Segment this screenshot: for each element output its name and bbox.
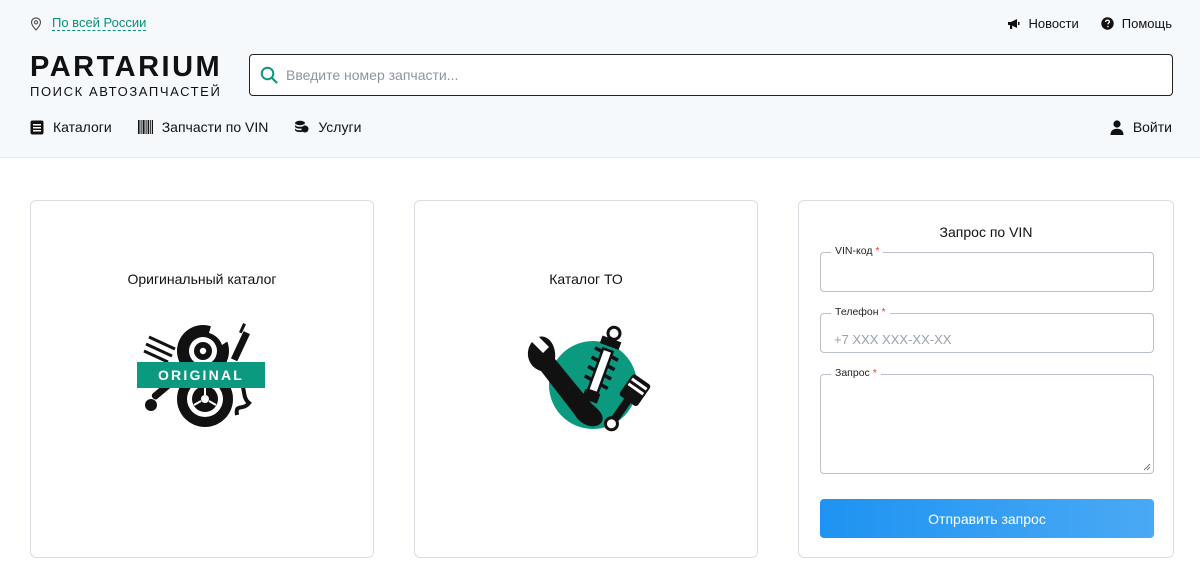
question-circle-icon <box>1101 17 1114 30</box>
original-catalog-card[interactable]: Оригинальный каталог ORIGINAL <box>30 200 374 558</box>
query-textarea[interactable] <box>821 375 1153 473</box>
nav-catalogs[interactable]: Каталоги <box>30 119 112 135</box>
submit-request-button[interactable]: Отправить запрос <box>820 499 1154 538</box>
to-catalog-card[interactable]: Каталог ТО <box>414 200 758 558</box>
region-selector[interactable]: По всей России <box>30 16 147 31</box>
site-logo[interactable]: PARTARIUM ПОИСК АВТОЗАПЧАСТЕЙ <box>30 52 222 99</box>
query-field-label: Запрос * <box>831 367 881 379</box>
original-parts-illustration: ORIGINAL <box>137 323 265 427</box>
news-label: Новости <box>1028 16 1079 31</box>
nav-services[interactable]: Услуги <box>294 119 361 135</box>
location-pin-icon <box>30 16 42 31</box>
coins-icon <box>295 120 309 133</box>
login-label: Войти <box>1132 119 1172 135</box>
original-badge-text: ORIGINAL <box>158 367 244 383</box>
query-field[interactable]: Запрос * <box>820 367 1154 474</box>
vin-request-card: Запрос по VIN VIN-код * Телефон * Запрос… <box>798 200 1174 558</box>
help-label: Помощь <box>1121 16 1172 31</box>
to-catalog-title: Каталог ТО <box>549 271 623 287</box>
top-links: Новости Помощь <box>1007 16 1172 31</box>
nav-services-label: Услуги <box>318 119 362 135</box>
news-link[interactable]: Новости <box>1007 16 1079 31</box>
resize-grip-icon[interactable] <box>1143 463 1151 471</box>
vin-field-label: VIN-код * <box>831 245 884 257</box>
region-link[interactable]: По всей России <box>52 16 147 31</box>
login-link[interactable]: Войти <box>1110 119 1172 135</box>
vin-field[interactable]: VIN-код * <box>820 245 1154 292</box>
vin-form-title: Запрос по VIN <box>939 224 1033 240</box>
user-icon <box>1110 119 1124 135</box>
nav-vin-parts[interactable]: Запчасти по VIN <box>137 119 269 135</box>
search-box[interactable] <box>249 54 1173 96</box>
phone-field[interactable]: Телефон * <box>820 306 1154 353</box>
nav-vin-parts-label: Запчасти по VIN <box>161 119 269 135</box>
logo-wordmark: PARTARIUM <box>30 51 223 83</box>
main-nav: Каталоги Запчасти по VIN Услуги <box>30 119 361 135</box>
maintenance-tools-illustration <box>527 325 651 432</box>
phone-input[interactable] <box>821 314 1153 352</box>
megaphone-icon <box>1008 18 1020 29</box>
search-input[interactable] <box>278 57 1172 93</box>
help-link[interactable]: Помощь <box>1101 16 1172 31</box>
original-catalog-title: Оригинальный каталог <box>127 271 277 287</box>
site-header: По всей России Новости Помощь PARTARIUM … <box>0 0 1200 158</box>
search-icon <box>260 66 278 84</box>
phone-field-label: Телефон * <box>831 306 890 318</box>
nav-catalogs-label: Каталоги <box>53 119 112 135</box>
vin-input[interactable] <box>821 253 1153 291</box>
barcode-icon <box>137 120 153 134</box>
logo-tagline: ПОИСК АВТОЗАПЧАСТЕЙ <box>30 84 222 99</box>
catalog-list-icon <box>30 120 44 134</box>
